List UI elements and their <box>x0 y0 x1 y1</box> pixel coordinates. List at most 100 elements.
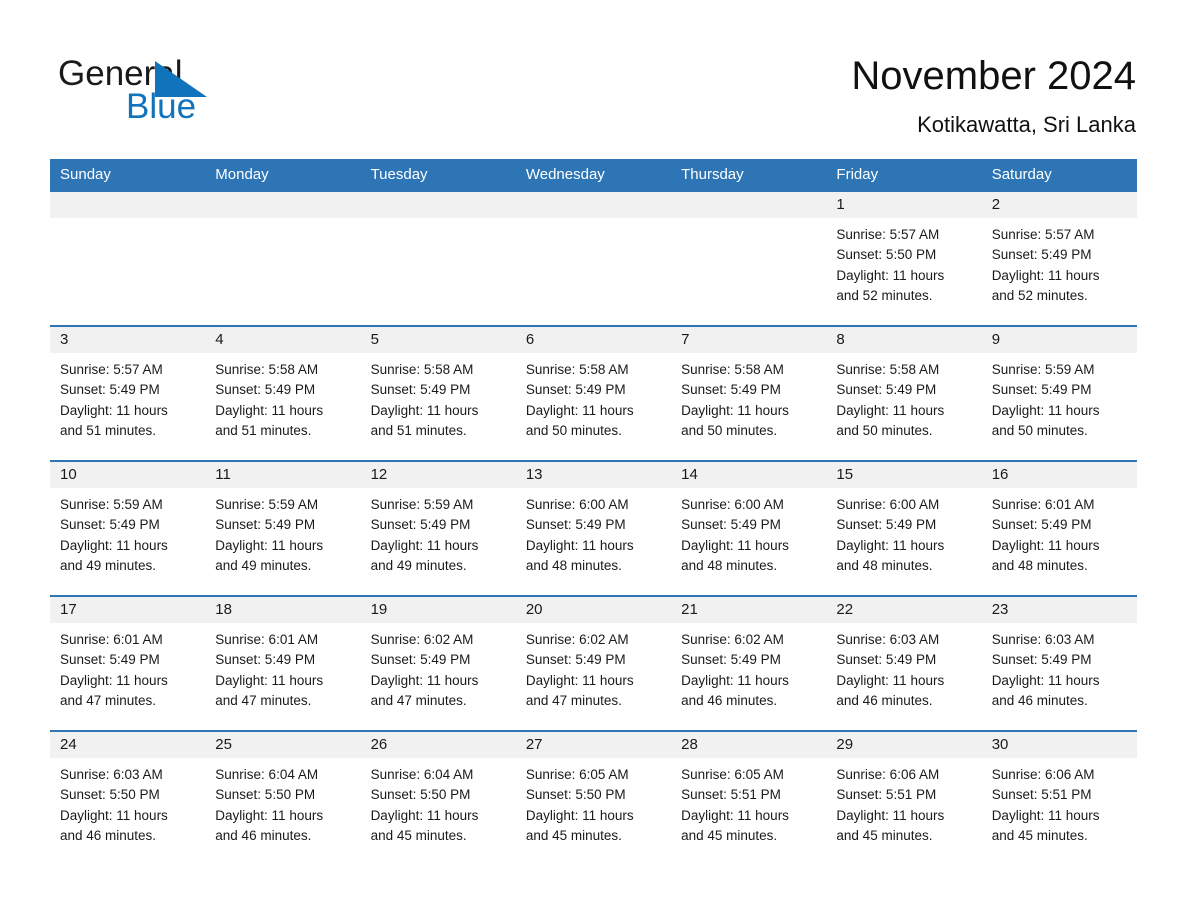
day-cell[interactable]: 7 Sunrise: 5:58 AM Sunset: 5:49 PM Dayli… <box>671 327 827 460</box>
sunset-text: Sunset: 5:50 PM <box>525 787 626 803</box>
sunrise-text: Sunrise: 6:05 AM <box>681 767 784 782</box>
sunset-text: Sunset: 5:49 PM <box>681 382 781 398</box>
day-info: Sunrise: 5:58 AM Sunset: 5:49 PM Dayligh… <box>671 353 826 441</box>
day-info: Sunrise: 6:00 AM Sunset: 5:49 PM Dayligh… <box>826 488 981 576</box>
calendar-cell: 28 Sunrise: 6:05 AM Sunset: 5:51 PM Dayl… <box>671 730 827 865</box>
day-cell[interactable]: 20 Sunrise: 6:02 AM Sunset: 5:49 PM Dayl… <box>515 597 672 730</box>
day-cell[interactable]: 28 Sunrise: 6:05 AM Sunset: 5:51 PM Dayl… <box>671 732 827 865</box>
daylight-text-line2: and 52 minutes. <box>836 287 933 303</box>
calendar-cell: 20 Sunrise: 6:02 AM Sunset: 5:49 PM Dayl… <box>515 595 672 731</box>
sunset-text: Sunset: 5:49 PM <box>991 247 1092 263</box>
day-info: Sunrise: 5:58 AM Sunset: 5:49 PM Dayligh… <box>826 353 981 441</box>
day-cell[interactable]: 30 Sunrise: 6:06 AM Sunset: 5:51 PM Dayl… <box>981 732 1137 865</box>
sunrise-text: Sunrise: 5:58 AM <box>525 362 629 377</box>
day-cell[interactable] <box>360 192 516 325</box>
sunrise-text: Sunrise: 5:58 AM <box>215 362 319 377</box>
daylight-text-line1: Daylight: 11 hours <box>991 402 1100 418</box>
daylight-text-line1: Daylight: 11 hours <box>836 672 945 688</box>
day-cell[interactable]: 1 Sunrise: 5:57 AM Sunset: 5:50 PM Dayli… <box>826 192 982 325</box>
day-cell[interactable]: 14 Sunrise: 6:00 AM Sunset: 5:49 PM Dayl… <box>671 462 827 595</box>
sunset-text: Sunset: 5:49 PM <box>991 382 1092 398</box>
day-info: Sunrise: 6:03 AM Sunset: 5:49 PM Dayligh… <box>826 623 981 711</box>
day-cell[interactable]: 26 Sunrise: 6:04 AM Sunset: 5:50 PM Dayl… <box>360 732 516 865</box>
day-info: Sunrise: 6:06 AM Sunset: 5:51 PM Dayligh… <box>826 758 981 846</box>
day-cell[interactable] <box>671 192 827 325</box>
day-cell[interactable]: 4 Sunrise: 5:58 AM Sunset: 5:49 PM Dayli… <box>205 327 361 460</box>
calendar-cell: 25 Sunrise: 6:04 AM Sunset: 5:50 PM Dayl… <box>205 730 361 865</box>
daylight-text-line2: and 45 minutes. <box>525 827 622 843</box>
sunrise-text: Sunrise: 6:02 AM <box>370 632 474 647</box>
day-number: 4 <box>205 327 361 353</box>
day-info: Sunrise: 6:04 AM Sunset: 5:50 PM Dayligh… <box>361 758 516 846</box>
sunrise-text: Sunrise: 6:04 AM <box>370 767 474 782</box>
day-number: 14 <box>671 462 827 488</box>
day-cell[interactable]: 22 Sunrise: 6:03 AM Sunset: 5:49 PM Dayl… <box>826 597 982 730</box>
day-number: 5 <box>360 327 516 353</box>
daylight-text-line2: and 52 minutes. <box>991 287 1088 303</box>
calendar-cell: 23 Sunrise: 6:03 AM Sunset: 5:49 PM Dayl… <box>981 595 1137 731</box>
day-cell[interactable]: 23 Sunrise: 6:03 AM Sunset: 5:49 PM Dayl… <box>981 597 1137 730</box>
daylight-text-line2: and 45 minutes. <box>836 827 933 843</box>
day-cell[interactable]: 18 Sunrise: 6:01 AM Sunset: 5:49 PM Dayl… <box>205 597 361 730</box>
daylight-text-line1: Daylight: 11 hours <box>215 402 324 418</box>
day-cell[interactable]: 8 Sunrise: 5:58 AM Sunset: 5:49 PM Dayli… <box>826 327 982 460</box>
day-cell[interactable]: 19 Sunrise: 6:02 AM Sunset: 5:49 PM Dayl… <box>360 597 516 730</box>
day-cell[interactable]: 24 Sunrise: 6:03 AM Sunset: 5:50 PM Dayl… <box>50 732 206 865</box>
sunset-text: Sunset: 5:49 PM <box>215 652 316 668</box>
day-cell[interactable]: 15 Sunrise: 6:00 AM Sunset: 5:49 PM Dayl… <box>826 462 982 595</box>
day-cell[interactable]: 2 Sunrise: 5:57 AM Sunset: 5:49 PM Dayli… <box>981 192 1137 325</box>
day-cell[interactable]: 12 Sunrise: 5:59 AM Sunset: 5:49 PM Dayl… <box>360 462 516 595</box>
daylight-text-line2: and 46 minutes. <box>836 692 933 708</box>
sunrise-text: Sunrise: 6:01 AM <box>215 632 319 647</box>
day-cell[interactable]: 10 Sunrise: 5:59 AM Sunset: 5:49 PM Dayl… <box>50 462 206 595</box>
day-cell[interactable]: 16 Sunrise: 6:01 AM Sunset: 5:49 PM Dayl… <box>981 462 1137 595</box>
daylight-text-line1: Daylight: 11 hours <box>991 672 1100 688</box>
daylight-text-line2: and 48 minutes. <box>681 557 778 573</box>
calendar-cell: 14 Sunrise: 6:00 AM Sunset: 5:49 PM Dayl… <box>671 460 827 596</box>
day-cell[interactable]: 5 Sunrise: 5:58 AM Sunset: 5:49 PM Dayli… <box>360 327 516 460</box>
day-number: 28 <box>671 732 827 758</box>
sunrise-text: Sunrise: 5:59 AM <box>991 362 1095 377</box>
daylight-text-line1: Daylight: 11 hours <box>991 537 1100 553</box>
calendar-cell <box>671 192 827 326</box>
day-cell[interactable]: 29 Sunrise: 6:06 AM Sunset: 5:51 PM Dayl… <box>826 732 982 865</box>
daylight-text-line1: Daylight: 11 hours <box>525 672 634 688</box>
calendar-cell <box>360 192 516 326</box>
day-cell[interactable] <box>515 192 672 325</box>
day-number: 8 <box>826 327 982 353</box>
calendar-cell: 9 Sunrise: 5:59 AM Sunset: 5:49 PM Dayli… <box>981 325 1137 461</box>
daylight-text-line2: and 49 minutes. <box>370 557 467 573</box>
daylight-text-line1: Daylight: 11 hours <box>991 807 1100 823</box>
daylight-text-line1: Daylight: 11 hours <box>836 807 945 823</box>
day-cell[interactable]: 17 Sunrise: 6:01 AM Sunset: 5:49 PM Dayl… <box>50 597 206 730</box>
daylight-text-line1: Daylight: 11 hours <box>215 807 324 823</box>
sunset-text: Sunset: 5:49 PM <box>370 517 471 533</box>
day-cell[interactable]: 3 Sunrise: 5:57 AM Sunset: 5:49 PM Dayli… <box>50 327 206 460</box>
sunrise-text: Sunrise: 6:04 AM <box>215 767 319 782</box>
day-info: Sunrise: 6:05 AM Sunset: 5:51 PM Dayligh… <box>671 758 826 846</box>
calendar-cell: 12 Sunrise: 5:59 AM Sunset: 5:49 PM Dayl… <box>360 460 516 596</box>
day-cell[interactable]: 6 Sunrise: 5:58 AM Sunset: 5:49 PM Dayli… <box>515 327 672 460</box>
day-cell[interactable]: 9 Sunrise: 5:59 AM Sunset: 5:49 PM Dayli… <box>981 327 1137 460</box>
calendar-cell: 4 Sunrise: 5:58 AM Sunset: 5:49 PM Dayli… <box>205 325 361 461</box>
day-cell[interactable]: 13 Sunrise: 6:00 AM Sunset: 5:49 PM Dayl… <box>515 462 672 595</box>
title-block: November 2024 Kotikawatta, Sri Lanka <box>851 52 1136 140</box>
sunset-text: Sunset: 5:50 PM <box>836 247 937 263</box>
daylight-text-line1: Daylight: 11 hours <box>836 537 945 553</box>
sunset-text: Sunset: 5:49 PM <box>215 382 316 398</box>
calendar-cell: 29 Sunrise: 6:06 AM Sunset: 5:51 PM Dayl… <box>826 730 982 865</box>
day-cell[interactable] <box>50 192 206 325</box>
day-cell[interactable]: 25 Sunrise: 6:04 AM Sunset: 5:50 PM Dayl… <box>205 732 361 865</box>
page-header: General Blue November 2024 Kotikawatta, … <box>0 0 1188 150</box>
daylight-text-line1: Daylight: 11 hours <box>370 807 479 823</box>
calendar-cell: 7 Sunrise: 5:58 AM Sunset: 5:49 PM Dayli… <box>671 325 827 461</box>
day-cell[interactable]: 11 Sunrise: 5:59 AM Sunset: 5:49 PM Dayl… <box>205 462 361 595</box>
day-cell[interactable]: 27 Sunrise: 6:05 AM Sunset: 5:50 PM Dayl… <box>515 732 672 865</box>
weekday-header-tuesday: Tuesday <box>360 159 516 192</box>
sunset-text: Sunset: 5:50 PM <box>215 787 316 803</box>
daylight-text-line2: and 50 minutes. <box>681 422 778 438</box>
sunrise-text: Sunrise: 6:00 AM <box>525 497 629 512</box>
sunset-text: Sunset: 5:49 PM <box>60 382 160 398</box>
day-cell[interactable]: 21 Sunrise: 6:02 AM Sunset: 5:49 PM Dayl… <box>671 597 827 730</box>
day-cell[interactable] <box>205 192 361 325</box>
